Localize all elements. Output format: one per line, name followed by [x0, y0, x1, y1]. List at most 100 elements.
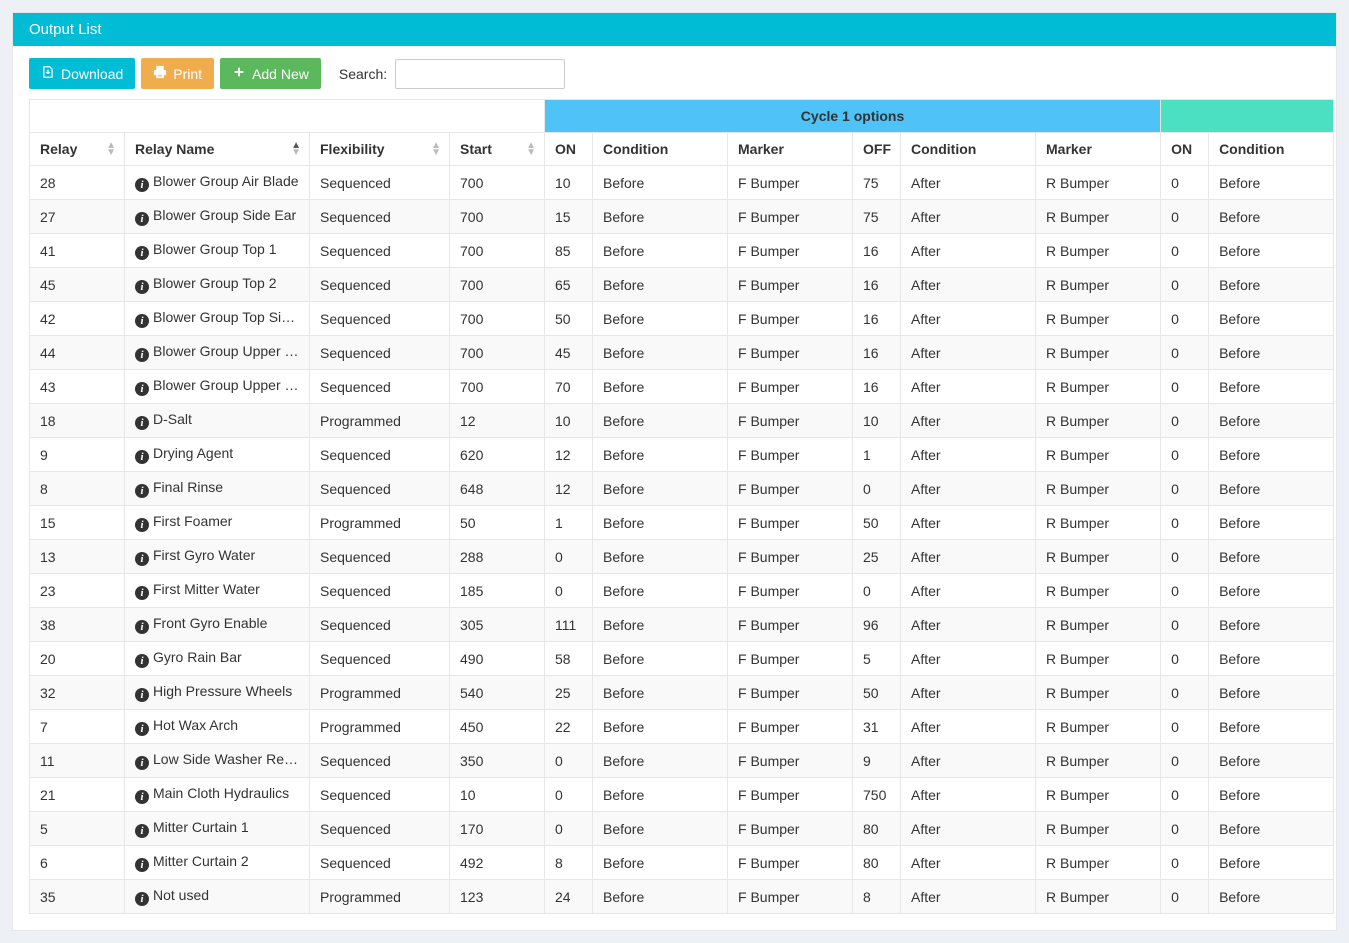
cell-on2: 0: [1161, 676, 1209, 710]
info-icon[interactable]: i: [135, 484, 149, 498]
cell-name: iBlower Group Upper Sides: [125, 336, 310, 370]
info-icon[interactable]: i: [135, 348, 149, 362]
cell-off1: 25: [853, 540, 901, 574]
cell-cond1a: Before: [593, 200, 728, 234]
info-icon[interactable]: i: [135, 178, 149, 192]
print-button[interactable]: Print: [141, 58, 214, 89]
table-row[interactable]: 6iMitter Curtain 2Sequenced4928BeforeF B…: [30, 846, 1334, 880]
add-new-button[interactable]: Add New: [220, 58, 321, 89]
cell-cond2a: Before: [1209, 846, 1334, 880]
cell-on2: 0: [1161, 880, 1209, 914]
cell-name: iFront Gyro Enable: [125, 608, 310, 642]
table-row[interactable]: 45iBlower Group Top 2Sequenced70065Befor…: [30, 268, 1334, 302]
table-row[interactable]: 43iBlower Group Upper SidesSequenced7007…: [30, 370, 1334, 404]
cell-off1: 9: [853, 744, 901, 778]
col-start-label: Start: [460, 141, 492, 157]
cell-cond1b: After: [901, 200, 1036, 234]
cell-cond1b: After: [901, 472, 1036, 506]
table-row[interactable]: 11iLow Side Washer ReclaimSequenced3500B…: [30, 744, 1334, 778]
table-row[interactable]: 5iMitter Curtain 1Sequenced1700BeforeF B…: [30, 812, 1334, 846]
cell-cond1b: After: [901, 778, 1036, 812]
cell-mark1b: R Bumper: [1036, 642, 1161, 676]
info-icon[interactable]: i: [135, 314, 149, 328]
table-row[interactable]: 41iBlower Group Top 1Sequenced70085Befor…: [30, 234, 1334, 268]
cell-flex: Sequenced: [310, 608, 450, 642]
download-button[interactable]: Download: [29, 58, 135, 89]
info-icon[interactable]: i: [135, 620, 149, 634]
info-icon[interactable]: i: [135, 450, 149, 464]
info-icon[interactable]: i: [135, 892, 149, 906]
table-row[interactable]: 32iHigh Pressure WheelsProgrammed54025Be…: [30, 676, 1334, 710]
cell-cond1b: After: [901, 438, 1036, 472]
table-row[interactable]: 18iD-SaltProgrammed1210BeforeF Bumper10A…: [30, 404, 1334, 438]
cell-start: 10: [450, 778, 545, 812]
table-row[interactable]: 21iMain Cloth HydraulicsSequenced100Befo…: [30, 778, 1334, 812]
cell-mark1a: F Bumper: [728, 846, 853, 880]
cell-flex: Sequenced: [310, 846, 450, 880]
col-relay-name[interactable]: Relay Name ▲▼: [125, 133, 310, 166]
cell-cond1a: Before: [593, 336, 728, 370]
info-icon[interactable]: i: [135, 688, 149, 702]
info-icon[interactable]: i: [135, 654, 149, 668]
cell-name: iBlower Group Side Ear: [125, 200, 310, 234]
info-icon[interactable]: i: [135, 212, 149, 226]
cell-mark1a: F Bumper: [728, 438, 853, 472]
cell-cond1a: Before: [593, 608, 728, 642]
table-row[interactable]: 28iBlower Group Air BladeSequenced70010B…: [30, 166, 1334, 200]
cell-cond1a: Before: [593, 642, 728, 676]
table-row[interactable]: 23iFirst Mitter WaterSequenced1850Before…: [30, 574, 1334, 608]
table-row[interactable]: 7iHot Wax ArchProgrammed45022BeforeF Bum…: [30, 710, 1334, 744]
cell-relay: 18: [30, 404, 125, 438]
cell-relay: 13: [30, 540, 125, 574]
cell-mark1b: R Bumper: [1036, 302, 1161, 336]
info-icon[interactable]: i: [135, 518, 149, 532]
cell-name: iBlower Group Top 1: [125, 234, 310, 268]
cell-cond1b: After: [901, 166, 1036, 200]
cell-cond2a: Before: [1209, 336, 1334, 370]
info-icon[interactable]: i: [135, 722, 149, 736]
info-icon[interactable]: i: [135, 280, 149, 294]
table-row[interactable]: 13iFirst Gyro WaterSequenced2880BeforeF …: [30, 540, 1334, 574]
col-relay[interactable]: Relay ▲▼: [30, 133, 125, 166]
table-row[interactable]: 38iFront Gyro EnableSequenced305111Befor…: [30, 608, 1334, 642]
table-row[interactable]: 35iNot usedProgrammed12324BeforeF Bumper…: [30, 880, 1334, 914]
table-row[interactable]: 8iFinal RinseSequenced64812BeforeF Bumpe…: [30, 472, 1334, 506]
info-icon[interactable]: i: [135, 382, 149, 396]
info-icon[interactable]: i: [135, 824, 149, 838]
cell-mark1a: F Bumper: [728, 642, 853, 676]
table-row[interactable]: 44iBlower Group Upper SidesSequenced7004…: [30, 336, 1334, 370]
col-start[interactable]: Start ▲▼: [450, 133, 545, 166]
cell-off1: 50: [853, 676, 901, 710]
info-icon[interactable]: i: [135, 416, 149, 430]
col-flexibility[interactable]: Flexibility ▲▼: [310, 133, 450, 166]
cell-start: 700: [450, 370, 545, 404]
cell-name: iMain Cloth Hydraulics: [125, 778, 310, 812]
cell-relay: 5: [30, 812, 125, 846]
table-row[interactable]: 20iGyro Rain BarSequenced49058BeforeF Bu…: [30, 642, 1334, 676]
cell-cond1b: After: [901, 846, 1036, 880]
cell-cond1a: Before: [593, 812, 728, 846]
info-icon[interactable]: i: [135, 858, 149, 872]
cell-mark1b: R Bumper: [1036, 574, 1161, 608]
cell-relay: 45: [30, 268, 125, 302]
cell-cond1a: Before: [593, 302, 728, 336]
search-input[interactable]: [395, 59, 565, 89]
cell-flex: Programmed: [310, 676, 450, 710]
info-icon[interactable]: i: [135, 246, 149, 260]
cell-cond1a: Before: [593, 268, 728, 302]
cell-name: iBlower Group Top Sides: [125, 302, 310, 336]
info-icon[interactable]: i: [135, 552, 149, 566]
info-icon[interactable]: i: [135, 586, 149, 600]
table-row[interactable]: 9iDrying AgentSequenced62012BeforeF Bump…: [30, 438, 1334, 472]
cell-cond1a: Before: [593, 880, 728, 914]
table-row[interactable]: 42iBlower Group Top SidesSequenced70050B…: [30, 302, 1334, 336]
cell-flex: Programmed: [310, 506, 450, 540]
info-icon[interactable]: i: [135, 756, 149, 770]
cell-name: iDrying Agent: [125, 438, 310, 472]
cell-on1: 0: [545, 778, 593, 812]
table-row[interactable]: 15iFirst FoamerProgrammed501BeforeF Bump…: [30, 506, 1334, 540]
table-row[interactable]: 27iBlower Group Side EarSequenced70015Be…: [30, 200, 1334, 234]
cell-name: iNot used: [125, 880, 310, 914]
cell-start: 648: [450, 472, 545, 506]
info-icon[interactable]: i: [135, 790, 149, 804]
